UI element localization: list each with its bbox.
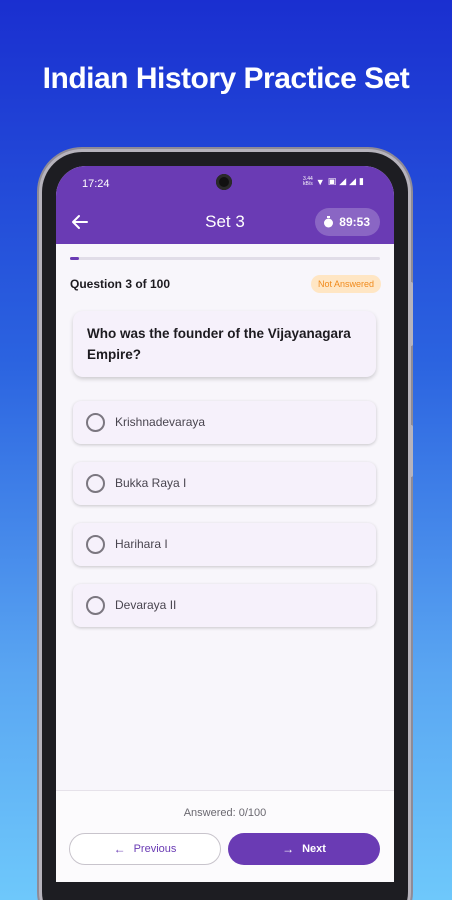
signal-icon: ◢ (339, 176, 347, 186)
promo-title: Indian History Practice Set (42, 62, 410, 95)
question-text: Who was the founder of the Vijayanagara … (87, 326, 351, 362)
network-speed-unit: kB/s (303, 180, 313, 187)
option-item[interactable]: Devaraya II (73, 584, 376, 627)
back-arrow-icon[interactable] (70, 209, 96, 235)
signal-2-icon: ◢ (349, 176, 357, 186)
next-label: Next (302, 843, 326, 855)
status-time: 17:24 (82, 178, 110, 190)
status-badge: Not Answered (310, 275, 381, 293)
option-item[interactable]: Bukka Raya I (73, 462, 376, 505)
progress-fill (70, 257, 80, 260)
volte-icon: ▣ (327, 176, 337, 186)
progress-bar (70, 257, 380, 260)
radio-button[interactable] (86, 535, 105, 554)
front-camera (216, 174, 232, 190)
option-label: Krishnadevaraya (115, 415, 206, 429)
status-icons: 3.44 kB/s ▼ ▣ ◢ ◢ ▮ (303, 176, 364, 187)
radio-button[interactable] (86, 413, 105, 432)
stopwatch-icon (324, 216, 334, 228)
options-list: Krishnadevaraya Bukka Raya I Harihara I … (73, 401, 376, 645)
option-label: Devaraya II (115, 598, 177, 612)
timer-value: 89:53 (339, 215, 370, 229)
previous-label: Previous (133, 843, 177, 855)
status-bar: 17:24 3.44 kB/s ▼ ▣ ◢ ◢ ▮ (56, 166, 394, 200)
option-item[interactable]: Krishnadevaraya (73, 401, 376, 444)
option-label: Bukka Raya I (115, 476, 187, 490)
arrow-left-icon: ← (113, 842, 126, 856)
power-button (409, 425, 413, 477)
previous-button[interactable]: ← Previous (69, 833, 221, 865)
timer-chip: 89:53 (315, 208, 380, 236)
app-bar: Set 3 89:53 (56, 200, 394, 244)
option-item[interactable]: Harihara I (73, 523, 376, 566)
radio-button[interactable] (86, 474, 105, 493)
wifi-icon: ▼ (315, 176, 325, 187)
option-label: Harihara I (115, 537, 168, 551)
question-counter: Question 3 of 100 (70, 277, 171, 291)
next-button[interactable]: → Next (228, 833, 380, 865)
app-screen: 17:24 3.44 kB/s ▼ ▣ ◢ ◢ ▮ Set 3 89:53 Qu… (56, 166, 394, 882)
volume-button (409, 282, 413, 346)
bottom-panel: Answered: 0/100 ← Previous → Next (56, 790, 394, 882)
question-card: Who was the founder of the Vijayanagara … (73, 311, 376, 377)
arrow-right-icon: → (282, 842, 295, 856)
radio-button[interactable] (86, 596, 105, 615)
battery-icon: ▮ (359, 176, 364, 186)
answered-count: Answered: 0/100 (183, 807, 267, 819)
network-speed: 3.44 kB/s (303, 176, 313, 187)
